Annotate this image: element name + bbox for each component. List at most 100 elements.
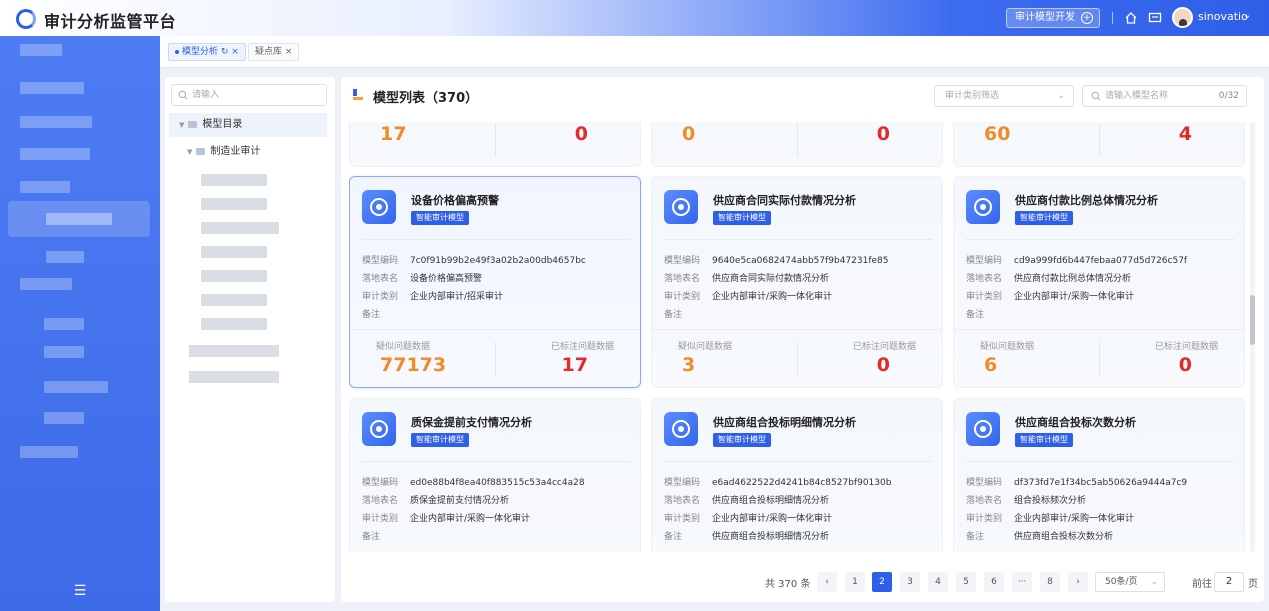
tree-node-redacted[interactable]	[201, 222, 279, 234]
page-button-active[interactable]: 2	[872, 572, 892, 592]
audit-model-dev-button[interactable]: 审计模型开发 +	[1006, 8, 1100, 28]
meta-key: 落地表名	[362, 496, 399, 506]
model-card[interactable]: 设备价格偏高预警 智能审计模型 模型编码 7c0f91b99b2e49f3a02b…	[349, 176, 641, 388]
model-card[interactable]: 供应商组合投标次数分析 智能审计模型 模型编码 df373fd7e1f34bc5a…	[953, 398, 1245, 552]
tree-node-redacted[interactable]	[201, 294, 267, 306]
marked-value[interactable]: 0	[495, 123, 640, 145]
goto-page-input[interactable]: 2	[1214, 572, 1244, 592]
user-avatar[interactable]	[1172, 7, 1193, 28]
next-page-button[interactable]: ›	[1068, 572, 1088, 592]
app-title: 审计分析监管平台	[44, 12, 177, 31]
marked-value[interactable]: 0	[797, 354, 942, 376]
suspect-value[interactable]: 77173	[350, 354, 495, 376]
directory-tree-panel: 请输入 ▼ 模型目录 ▼ 制造业审计	[165, 77, 335, 602]
sidebar-item[interactable]	[44, 318, 84, 330]
prev-page-button[interactable]: ‹	[817, 572, 837, 592]
model-code: 9640e5ca0682474abb57f9b47231fe85	[712, 256, 889, 266]
page-button[interactable]: 3	[900, 572, 920, 592]
page-button[interactable]: 8	[1040, 572, 1060, 592]
meta-key: 备注	[362, 532, 381, 542]
target-icon	[664, 412, 698, 446]
suspect-value[interactable]: 3	[652, 354, 797, 376]
model-code: e6ad4622522d4241b84c8527bf90130b	[712, 478, 892, 488]
more-pages-button[interactable]: ···	[1012, 572, 1032, 592]
tree-node-redacted[interactable]	[201, 174, 267, 186]
tree-node-redacted[interactable]	[201, 270, 267, 282]
search-icon	[178, 90, 188, 100]
sidebar-item[interactable]	[20, 278, 72, 290]
suspect-value[interactable]: 17	[350, 123, 495, 145]
folder-icon	[188, 120, 198, 128]
sidebar-item[interactable]	[44, 412, 84, 424]
tree-node-label: 制造业审计	[210, 146, 261, 157]
tree-node-model-directory[interactable]: ▼ 模型目录	[169, 113, 327, 137]
tree-search-input[interactable]: 请输入	[171, 84, 327, 106]
marked-value[interactable]: 4	[1099, 123, 1244, 145]
model-card[interactable]: 供应商付款比例总体情况分析 智能审计模型 模型编码 cd9a999fd6b447f…	[953, 176, 1245, 388]
message-icon[interactable]	[1148, 11, 1162, 25]
user-name[interactable]: sinovatio	[1198, 10, 1248, 23]
page-button[interactable]: 4	[928, 572, 948, 592]
tree-node-redacted[interactable]	[201, 246, 267, 258]
tab-suspect-library[interactable]: 疑点库 ×	[248, 43, 300, 61]
sidebar-item[interactable]	[20, 116, 92, 128]
sidebar-item[interactable]	[46, 251, 84, 263]
meta-key: 模型编码	[664, 256, 701, 266]
tree-node-redacted[interactable]	[189, 345, 279, 357]
audit-category: 企业内部审计/采购一体化审计	[712, 292, 833, 302]
audit-category-filter[interactable]: 审计类别筛选 ⌄	[934, 85, 1074, 107]
sidebar-item[interactable]	[20, 446, 78, 458]
sidebar-item[interactable]	[20, 181, 70, 193]
tab-model-analysis[interactable]: 模型分析 ↻ ×	[168, 43, 246, 61]
total-count: 共 370 条	[765, 579, 811, 590]
sidebar-item[interactable]	[20, 148, 90, 160]
tree-node-manufacturing-audit[interactable]: ▼ 制造业审计	[187, 142, 260, 157]
suspect-value[interactable]: 6	[954, 354, 1099, 376]
suspect-value[interactable]: 60	[954, 123, 1099, 145]
remark: 供应商组合投标明细情况分析	[712, 532, 830, 542]
model-card[interactable]: 供应商合同实际付款情况分析 智能审计模型 模型编码 9640e5ca0682474…	[651, 176, 943, 388]
tree-node-redacted[interactable]	[189, 371, 279, 383]
caret-down-icon[interactable]: ▼	[179, 121, 184, 129]
home-icon[interactable]	[1124, 11, 1138, 25]
tree-node-redacted[interactable]	[201, 318, 267, 330]
search-icon	[1091, 91, 1101, 101]
sidebar-item[interactable]	[44, 381, 108, 393]
suspect-value[interactable]: 0	[652, 123, 797, 145]
chevron-down-icon[interactable]: ⌄	[1243, 10, 1251, 21]
sidebar-item[interactable]	[20, 82, 84, 94]
marked-value[interactable]: 0	[1099, 354, 1244, 376]
model-name-search-input[interactable]: 请输入模型名称 0/32	[1082, 85, 1247, 107]
folder-icon	[196, 147, 206, 155]
page-button[interactable]: 6	[984, 572, 1004, 592]
sidebar-item[interactable]	[20, 44, 62, 56]
model-card-partial[interactable]: 疑似问题数据60 已标注问题数据4	[953, 122, 1245, 167]
model-card[interactable]: 质保金提前支付情况分析 智能审计模型 模型编码 ed0e88b4f8ea40f88…	[349, 398, 641, 552]
suspect-label: 疑似问题数据	[980, 342, 1035, 352]
tab-label: 疑点库	[255, 47, 283, 57]
close-icon[interactable]: ×	[282, 47, 293, 57]
scrollbar-thumb[interactable]	[1250, 295, 1255, 345]
marked-value[interactable]: 0	[797, 123, 942, 145]
caret-down-icon[interactable]: ▼	[187, 148, 192, 156]
pagination: 共 370 条 ‹ 1 2 3 4 5 6 ··· 8 › 50条/页 ⌄ 前往…	[341, 563, 1264, 601]
marked-value[interactable]: 17	[495, 354, 640, 376]
tree-node-redacted[interactable]	[201, 198, 267, 210]
table-name: 供应商组合投标明细情况分析	[712, 496, 830, 506]
model-card-partial[interactable]: 疑似问题数据0 已标注问题数据0	[651, 122, 943, 167]
menu-collapse-icon[interactable]: ☰	[72, 584, 88, 598]
meta-key: 模型编码	[362, 478, 399, 488]
sidebar-item-active[interactable]	[8, 201, 150, 237]
close-icon[interactable]: ×	[228, 47, 239, 57]
page-size-select[interactable]: 50条/页 ⌄	[1095, 572, 1165, 592]
meta-key: 模型编码	[362, 256, 399, 266]
page-button[interactable]: 5	[956, 572, 976, 592]
model-card-partial[interactable]: 疑似问题数据17 已标注问题数据0	[349, 122, 641, 167]
model-type-badge: 智能审计模型	[1015, 211, 1073, 225]
page-button[interactable]: 1	[845, 572, 865, 592]
audit-category: 企业内部审计/采购一体化审计	[1014, 292, 1135, 302]
meta-key: 备注	[664, 310, 683, 320]
sidebar-item[interactable]	[44, 346, 84, 358]
audit-category: 企业内部审计/采购一体化审计	[712, 514, 833, 524]
model-card[interactable]: 供应商组合投标明细情况分析 智能审计模型 模型编码 e6ad4622522d424…	[651, 398, 943, 552]
